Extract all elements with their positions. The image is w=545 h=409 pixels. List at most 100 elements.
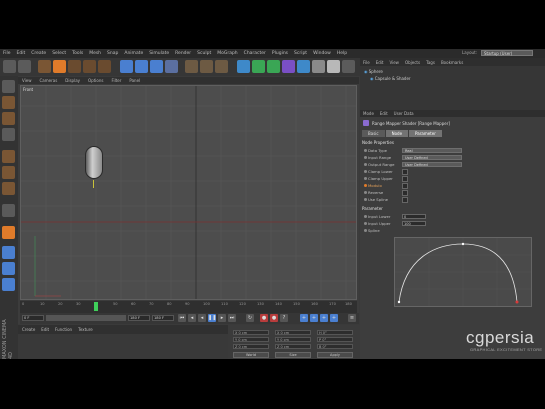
scale-icon[interactable] <box>68 60 81 73</box>
points-mode-icon[interactable] <box>2 150 15 163</box>
om-menu-objects[interactable]: Objects <box>402 60 423 65</box>
redo-icon[interactable] <box>18 60 31 73</box>
vp-menu-panel[interactable]: Panel <box>125 78 144 83</box>
animate-dot-icon[interactable] <box>364 156 367 159</box>
solo-icon[interactable] <box>2 278 15 291</box>
vp-menu-filter[interactable]: Filter <box>107 78 125 83</box>
capsule-object[interactable] <box>85 146 103 179</box>
size-z-field[interactable]: Z 0 cm <box>275 344 311 349</box>
modulo-checkbox[interactable] <box>402 183 408 189</box>
vp-menu-display[interactable]: Display <box>61 78 84 83</box>
mat-menu-create[interactable]: Create <box>22 327 35 332</box>
start-frame-field[interactable]: 0 F <box>22 315 44 321</box>
attr-menu-userdata[interactable]: User Data <box>391 111 417 116</box>
goto-end-icon[interactable]: ⏭ <box>228 314 236 322</box>
keyframe-selection-icon[interactable]: ? <box>280 314 288 322</box>
goto-start-icon[interactable]: ⏮ <box>178 314 186 322</box>
menu-tools[interactable]: Tools <box>69 51 86 56</box>
menu-plugins[interactable]: Plugins <box>269 51 291 56</box>
x-axis-icon[interactable] <box>120 60 133 73</box>
clamp-lower-checkbox[interactable] <box>402 169 408 175</box>
key-position-icon[interactable]: + <box>300 314 308 322</box>
current-frame-field[interactable]: 180 F <box>152 315 174 321</box>
output-range-dropdown[interactable]: User Defined <box>402 162 462 167</box>
play-back-icon[interactable]: ◂ <box>198 314 206 322</box>
pause-icon[interactable]: ❚❚ <box>208 314 216 322</box>
render-picture-viewer-icon[interactable] <box>200 60 213 73</box>
undo-icon[interactable] <box>3 60 16 73</box>
recent-tool-icon[interactable] <box>98 60 111 73</box>
vp-menu-options[interactable]: Options <box>84 78 107 83</box>
object-axis-gizmo[interactable] <box>93 180 94 188</box>
lock-workplane-icon[interactable] <box>2 262 15 275</box>
input-upper-field[interactable]: 100 <box>402 221 426 226</box>
tab-basic[interactable]: Basic <box>362 130 385 137</box>
render-view-icon[interactable] <box>185 60 198 73</box>
animate-dot-icon[interactable] <box>364 163 367 166</box>
animate-dot-icon[interactable] <box>364 191 367 194</box>
snap-icon[interactable] <box>2 246 15 259</box>
animate-dot-icon[interactable] <box>364 149 367 152</box>
menu-render[interactable]: Render <box>172 51 194 56</box>
mat-menu-edit[interactable]: Edit <box>41 327 49 332</box>
position-y-field[interactable]: Y 0 cm <box>233 337 269 342</box>
apply-button[interactable]: Apply <box>317 352 353 358</box>
object-row[interactable]: ◉ Capsule & Shader <box>370 76 411 81</box>
menu-character[interactable]: Character <box>241 51 269 56</box>
coord-system-dropdown[interactable]: World <box>233 352 269 358</box>
animate-dot-icon[interactable] <box>364 184 367 187</box>
vp-menu-cameras[interactable]: Cameras <box>36 78 62 83</box>
tweak-mode-icon[interactable] <box>2 226 15 239</box>
animate-dot-icon[interactable] <box>364 229 367 232</box>
position-x-field[interactable]: X 0 cm <box>233 330 269 335</box>
timeline-ruler[interactable]: 0 10 20 30 50 60 70 80 90 100 110 120 13… <box>20 301 357 313</box>
om-menu-edit[interactable]: Edit <box>373 60 387 65</box>
front-viewport[interactable]: Front <box>20 85 357 300</box>
subdivision-icon[interactable] <box>252 60 265 73</box>
polygons-mode-icon[interactable] <box>2 182 15 195</box>
menu-edit[interactable]: Edit <box>14 51 29 56</box>
mat-menu-function[interactable]: Function <box>55 327 72 332</box>
use-spline-checkbox[interactable] <box>402 197 408 203</box>
menu-mograph[interactable]: MoGraph <box>214 51 240 56</box>
animate-dot-icon[interactable] <box>364 222 367 225</box>
om-menu-tags[interactable]: Tags <box>423 60 438 65</box>
om-menu-view[interactable]: View <box>386 60 402 65</box>
timeline-layout-icon[interactable]: ≡ <box>348 314 356 322</box>
model-mode-icon[interactable] <box>2 96 15 109</box>
tab-node[interactable]: Node <box>385 130 409 137</box>
menu-mesh[interactable]: Mesh <box>86 51 104 56</box>
key-scale-icon[interactable]: + <box>310 314 318 322</box>
cube-icon[interactable] <box>237 60 250 73</box>
frame-range-slider[interactable] <box>46 315 126 321</box>
position-z-field[interactable]: Z 0 cm <box>233 344 269 349</box>
move-icon[interactable] <box>53 60 66 73</box>
make-editable-icon[interactable] <box>2 80 15 93</box>
mat-menu-texture[interactable]: Texture <box>78 327 93 332</box>
menu-select[interactable]: Select <box>49 51 69 56</box>
animate-dot-icon[interactable] <box>364 170 367 173</box>
next-key-icon[interactable]: ▸ <box>218 314 226 322</box>
array-icon[interactable] <box>267 60 280 73</box>
menu-create[interactable]: Create <box>28 51 49 56</box>
attr-menu-edit[interactable]: Edit <box>377 111 391 116</box>
camera-icon[interactable] <box>312 60 325 73</box>
end-frame-field[interactable]: 180 F <box>128 315 150 321</box>
render-settings-icon[interactable] <box>215 60 228 73</box>
record-icon[interactable]: ● <box>260 314 268 322</box>
layout-select[interactable]: Startup (User) <box>481 50 533 56</box>
clamp-upper-checkbox[interactable] <box>402 176 408 182</box>
rotation-b-field[interactable]: B 0° <box>317 344 353 349</box>
attr-menu-mode[interactable]: Mode <box>360 111 377 116</box>
axis-mode-icon[interactable] <box>2 204 15 217</box>
rotation-h-field[interactable]: H 0° <box>317 330 353 335</box>
texture-mode-icon[interactable] <box>2 112 15 125</box>
deformer-icon[interactable] <box>282 60 295 73</box>
menu-script[interactable]: Script <box>291 51 310 56</box>
vp-menu-view[interactable]: View <box>18 78 36 83</box>
loop-icon[interactable]: ↻ <box>246 314 254 322</box>
menu-file[interactable]: File <box>0 51 14 56</box>
timeline-playhead[interactable] <box>94 302 98 311</box>
light-icon[interactable] <box>327 60 340 73</box>
prev-key-icon[interactable]: ◂ <box>188 314 196 322</box>
